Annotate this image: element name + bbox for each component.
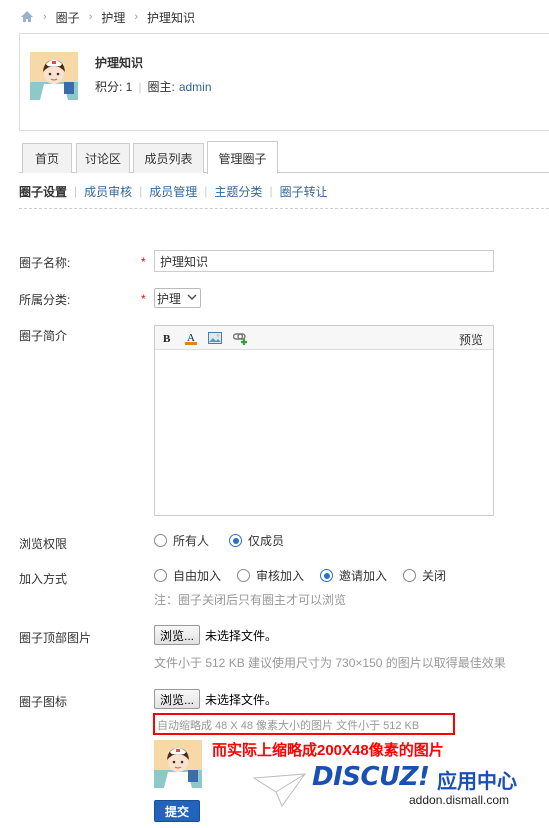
icon-file-status: 未选择文件。 — [205, 692, 278, 707]
icon-label: 圈子图标 — [19, 695, 68, 709]
subnav-divider: | — [204, 184, 208, 198]
subnav-divider: | — [139, 184, 143, 198]
category-select[interactable]: 护理 — [154, 288, 201, 308]
radio-label: 仅成员 — [248, 534, 285, 548]
join-note: 注：圈子关闭后只有圈主才可以浏览 — [154, 593, 347, 607]
group-tabs: 首页 讨论区 成员列表 管理圈子 — [19, 141, 549, 174]
radio-button-checked[interactable] — [320, 569, 334, 582]
tab-discussion[interactable]: 讨论区 — [76, 143, 130, 173]
join-option-free[interactable]: 自由加入 — [154, 567, 221, 584]
watermark-title: 应用中心 — [437, 771, 517, 793]
breadcrumb-separator: › — [88, 11, 93, 23]
banner-file-status: 未选择文件。 — [205, 628, 278, 643]
manage-subnav: 圈子设置 | 成员审核 | 成员管理 | 主题分类 | 圈子转让 — [19, 182, 328, 200]
group-owner-label: 圈主: — [147, 80, 175, 94]
meta-divider: | — [138, 79, 142, 94]
join-option-review[interactable]: 审核加入 — [237, 567, 304, 584]
group-points: 积分: 1 — [95, 80, 133, 94]
submit-button[interactable]: 提交 — [154, 800, 200, 822]
breadcrumb-separator: › — [43, 11, 47, 23]
view-option-members[interactable]: 仅成员 — [229, 532, 284, 549]
tab-manage[interactable]: 管理圈子 — [207, 141, 278, 174]
radio-button[interactable] — [237, 569, 251, 582]
join-option-invite[interactable]: 邀请加入 — [320, 567, 387, 584]
subnav-divider-line — [19, 208, 549, 209]
name-label: 圈子名称: — [19, 256, 71, 270]
subnav-divider: | — [269, 184, 273, 198]
banner-browse-button[interactable]: 浏览... — [154, 625, 201, 645]
subnav-divider: | — [74, 184, 78, 198]
group-owner-link[interactable]: admin — [179, 80, 212, 94]
subnav-settings[interactable]: 圈子设置 — [19, 183, 67, 200]
group-icon-preview — [154, 740, 202, 788]
tab-home[interactable]: 首页 — [22, 143, 72, 173]
highlight-box: 自动缩略成 48 X 48 像素大小的图片 文件小于 512 KB — [153, 713, 455, 735]
radio-button[interactable] — [154, 534, 167, 547]
category-select-value: 护理 — [157, 291, 182, 306]
view-permission-group: 所有人 仅成员 — [154, 532, 302, 549]
breadcrumb-separator: › — [134, 11, 139, 23]
preview-link[interactable]: 预览 — [459, 331, 483, 348]
join-option-closed[interactable]: 关闭 — [403, 567, 446, 584]
breadcrumb: › 圈子 › 护理 › 护理知识 — [20, 8, 195, 26]
watermark-url: addon.dismall.com — [409, 793, 510, 807]
group-name: 护理知识 — [95, 56, 144, 70]
radio-label: 所有人 — [173, 534, 210, 548]
required-mark: * — [141, 255, 146, 269]
chevron-down-icon — [187, 292, 197, 305]
group-name-input[interactable] — [154, 250, 494, 272]
subnav-topic-category[interactable]: 主题分类 — [214, 183, 262, 200]
radio-label: 关闭 — [422, 569, 447, 583]
annotation-note: 而实际上缩略成200X48像素的图片 — [212, 742, 444, 759]
group-info-card: 护理知识 积分: 1 | 圈主: admin — [19, 33, 549, 131]
breadcrumb-item-circles[interactable]: 圈子 — [56, 9, 80, 26]
intro-label: 圈子简介 — [19, 329, 68, 343]
group-meta: 积分: 1 | 圈主: admin — [95, 78, 212, 95]
radio-button[interactable] — [403, 569, 417, 582]
watermark-brand: DISCUZ! — [312, 762, 430, 792]
radio-label: 审核加入 — [256, 569, 305, 583]
icon-file-input[interactable]: 浏览... 未选择文件。 — [154, 689, 277, 709]
radio-label: 邀请加入 — [339, 569, 388, 583]
group-avatar[interactable] — [30, 52, 78, 100]
radio-label: 自由加入 — [173, 569, 222, 583]
view-option-everyone[interactable]: 所有人 — [154, 532, 209, 549]
radio-button-checked[interactable] — [229, 534, 243, 547]
bold-icon[interactable]: B — [159, 330, 175, 346]
image-icon[interactable] — [207, 330, 223, 346]
breadcrumb-item-current[interactable]: 护理知识 — [147, 9, 195, 26]
watermark-logo: DISCUZ! 应用中心 addon.dismall.com — [252, 760, 549, 820]
insert-link-icon[interactable] — [233, 330, 249, 346]
join-method-label: 加入方式 — [19, 572, 68, 586]
view-permission-label: 浏览权限 — [19, 537, 68, 551]
svg-text:B: B — [163, 333, 171, 344]
join-method-group: 自由加入 审核加入 邀请加入 关闭 — [154, 567, 464, 584]
icon-browse-button[interactable]: 浏览... — [154, 689, 201, 709]
subnav-member-manage[interactable]: 成员管理 — [149, 183, 197, 200]
home-icon[interactable] — [20, 10, 34, 24]
category-label: 所属分类: — [19, 293, 71, 307]
font-color-icon[interactable]: A — [183, 330, 199, 346]
banner-label: 圈子顶部图片 — [19, 631, 92, 645]
radio-button[interactable] — [154, 569, 167, 582]
paper-plane-icon — [252, 773, 307, 808]
subnav-transfer[interactable]: 圈子转让 — [280, 183, 328, 200]
required-mark: * — [141, 292, 146, 306]
intro-editor[interactable]: B A 预览 — [154, 325, 494, 516]
breadcrumb-item-category[interactable]: 护理 — [101, 9, 125, 26]
icon-hint: 自动缩略成 48 X 48 像素大小的图片 文件小于 512 KB — [157, 720, 420, 732]
tab-members[interactable]: 成员列表 — [133, 143, 204, 173]
banner-hint: 文件小于 512 KB 建议使用尺寸为 730×150 的图片以取得最佳效果 — [154, 656, 506, 670]
banner-file-input[interactable]: 浏览... 未选择文件。 — [154, 625, 277, 645]
editor-toolbar: B A 预览 — [155, 326, 493, 350]
subnav-member-review[interactable]: 成员审核 — [84, 183, 132, 200]
